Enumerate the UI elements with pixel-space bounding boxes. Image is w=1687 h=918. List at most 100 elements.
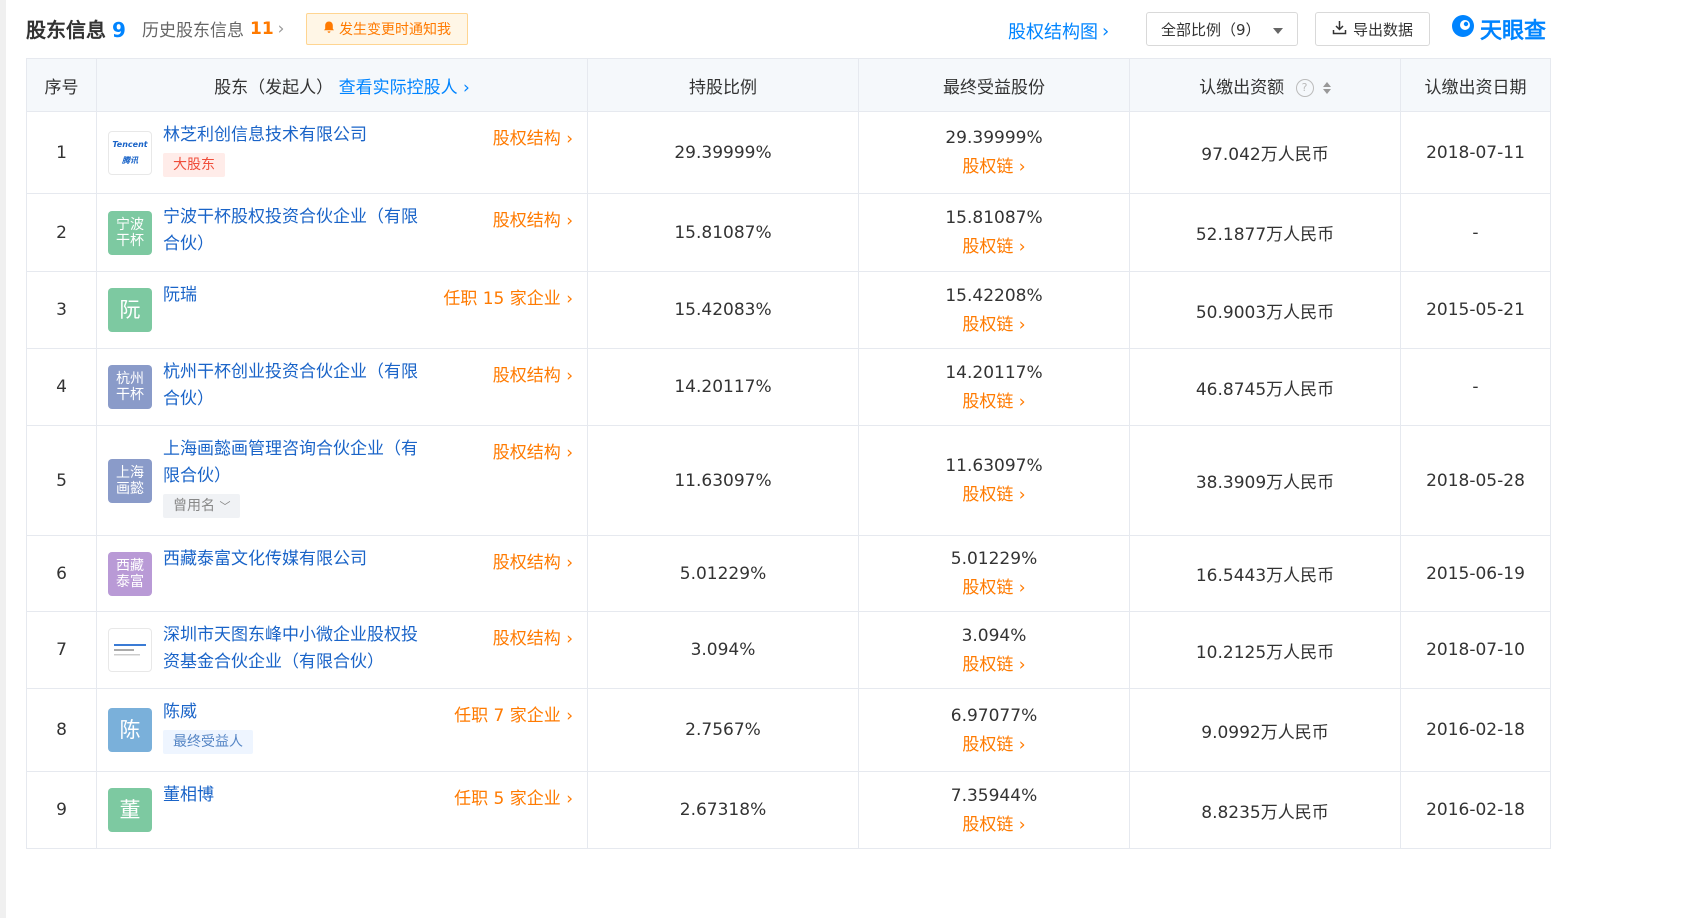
export-label: 导出数据 [1352,20,1413,39]
subscribed-amount: 10.2125万人民币 [1129,611,1401,689]
col-subscribed-amount[interactable]: 认缴出资额 ? [1129,58,1401,112]
shareholder-detail-link[interactable]: 股权结构 › [493,438,573,463]
shareholder-detail-link[interactable]: 任职 5 家企业 › [454,784,573,809]
equity-chain-link[interactable]: 股权链 › [860,573,1128,598]
shareholder-detail-link[interactable]: 股权结构 › [493,624,573,649]
chevron-right-icon: › [1018,814,1026,835]
equity-chain-link[interactable]: 股权链 › [860,232,1128,257]
shareholder-detail-link[interactable]: 股权结构 › [493,361,573,386]
export-data-button[interactable]: 导出数据 [1315,12,1430,46]
shareholder-name-block: 深圳市天图东峰中小微企业股权投资基金合伙企业（有限合伙） [163,622,433,676]
shareholder-name-link[interactable]: 宁波干杯股权投资合伙企业（有限合伙） [163,207,418,254]
history-shareholders-link[interactable]: 历史股东信息 11 › [142,16,284,42]
shareholder-name-link[interactable]: 林芝利创信息技术有限公司 [163,125,367,145]
chain-label: 股权链 [962,314,1014,335]
shareholder-name-link[interactable]: 深圳市天图东峰中小微企业股权投资基金合伙企业（有限合伙） [163,625,418,672]
controller-link-label: 查看实际控股人 [338,77,458,98]
equity-chart-link[interactable]: 股权结构图 › [1008,18,1109,44]
avatar-text: 杭州干杯 [116,371,144,403]
view-controller-link[interactable]: 查看实际控股人 › [339,78,470,98]
brand-name: 天眼查 [1480,19,1547,44]
equity-chain-link[interactable]: 股权链 › [860,152,1128,177]
shareholder-name-link[interactable]: 杭州干杯创业投资合伙企业（有限合伙） [163,362,418,409]
history-count: 11 [250,18,274,39]
shareholder-tag[interactable]: 曾用名 ﹀ [163,494,241,518]
table-row: 4 杭州干杯 杭州干杯创业投资合伙企业（有限合伙） 股权结构 › 14.20117% 14… [26,348,1551,426]
equity-chain-link[interactable]: 股权链 › [860,650,1128,675]
shareholder-name-block: 宁波干杯股权投资合伙企业（有限合伙） [163,204,433,258]
shareholder-name-block: 林芝利创信息技术有限公司大股东 [163,122,433,178]
shareholder-detail-link[interactable]: 股权结构 › [493,548,573,573]
final-benefit-value: 5.01229% [950,549,1038,569]
subscribed-date: - [1400,348,1551,426]
detail-link-label: 任职 15 家企业 [443,289,561,309]
sort-icon[interactable] [1322,81,1331,94]
chevron-right-icon: › [566,706,573,726]
history-label: 历史股东信息 [142,21,244,41]
avatar-text: 陈 [119,718,141,742]
equity-chain-link[interactable]: 股权链 › [860,310,1128,335]
final-benefit-value: 11.63097% [945,456,1043,476]
brand-logo: 天眼查 [1450,13,1546,45]
notify-button[interactable]: 发生变更时通知我 [306,13,468,45]
section-header: 股东信息 9 历史股东信息 11 › 发生变更时通知我 股权结构图 › 全部比例（… [26,0,1656,58]
holding-ratio: 29.39999% [587,111,859,194]
final-benefit-cell: 14.20117% 股权链 › [858,348,1130,426]
subscribed-amount: 16.5443万人民币 [1129,535,1401,612]
detail-link-label: 股权结构 [492,553,561,573]
ratio-filter-select[interactable]: 全部比例（9） [1146,12,1298,46]
shareholder-cell: 宁波干杯 宁波干杯股权投资合伙企业（有限合伙） 股权结构 › [96,193,588,272]
col-final-benefit: 最终受益股份 [858,58,1130,112]
chevron-right-icon: › [566,289,573,309]
chevron-right-icon: › [1018,578,1026,598]
shareholder-name-block: 上海画懿画管理咨询合伙企业（有限合伙） 曾用名 ﹀ [163,436,433,519]
table-row: 7 深圳市天图东峰中小微企业股权投资基金合伙企业（有限合伙） 股权结构 › 3.094… [26,611,1551,689]
chevron-right-icon: › [566,211,573,231]
notify-label: 发生变更时通知我 [339,22,451,38]
shareholder-detail-link[interactable]: 股权结构 › [493,206,573,231]
detail-link-label: 任职 7 家企业 [454,706,561,726]
subscribed-date: 2018-07-10 [1400,611,1551,689]
shareholder-table: 序号 股东（发起人） 查看实际控股人 › 持股比例 最终受益股份 认缴出资额 ?… [26,58,1551,849]
shareholder-cell: 深圳市天图东峰中小微企业股权投资基金合伙企业（有限合伙） 股权结构 › [96,611,588,689]
equity-chain-link[interactable]: 股权链 › [860,480,1128,505]
shareholder-name-link[interactable]: 陈威 [163,702,197,722]
final-benefit-value: 3.094% [961,625,1027,646]
chain-label: 股权链 [962,391,1014,412]
equity-chain-link[interactable]: 股权链 › [860,387,1128,412]
shareholder-detail-link[interactable]: 任职 7 家企业 › [454,701,573,726]
row-index: 8 [26,688,97,772]
col-shareholder: 股东（发起人） 查看实际控股人 › [96,58,588,112]
shareholder-name-block: 陈威 最终受益人 [163,699,433,755]
final-benefit-value: 15.81087% [945,208,1043,228]
col-holding-ratio: 持股比例 [587,58,859,112]
col-subscribed-date: 认缴出资日期 [1400,58,1551,112]
equity-chain-link[interactable]: 股权链 › [860,730,1128,755]
table-header-row: 序号 股东（发起人） 查看实际控股人 › 持股比例 最终受益股份 认缴出资额 ?… [26,58,1551,112]
shareholder-detail-link[interactable]: 任职 15 家企业 › [443,284,573,309]
chevron-right-icon: › [1018,314,1026,335]
detail-link-label: 股权结构 [492,211,561,231]
shareholder-name-link[interactable]: 上海画懿画管理咨询合伙企业（有限合伙） [163,439,418,486]
chevron-right-icon: › [566,129,573,149]
equity-chain-link[interactable]: 股权链 › [860,810,1128,835]
avatar: 上海画懿 [108,458,152,503]
shareholder-name-link[interactable]: 董相博 [163,785,214,805]
avatar-text: 西藏泰富 [116,557,144,590]
shareholder-name-link[interactable]: 阮瑞 [163,285,197,305]
avatar: 杭州干杯 [108,365,152,409]
shareholder-count: 9 [112,18,126,42]
tag-label: 曾用名 [173,498,215,514]
detail-link-label: 股权结构 [492,129,561,149]
chain-label: 股权链 [962,237,1014,257]
row-index: 2 [26,193,97,272]
avatar-text: 宁波干杯 [116,216,144,249]
shareholder-name-block: 杭州干杯创业投资合伙企业（有限合伙） [163,359,433,413]
chevron-right-icon: › [1102,20,1110,42]
shareholder-detail-link[interactable]: 股权结构 › [493,124,573,149]
final-benefit-value: 29.39999% [945,128,1043,148]
shareholder-name-link[interactable]: 西藏泰富文化传媒有限公司 [163,549,367,569]
tag-label: 大股东 [173,157,215,173]
ratio-select-value: 全部比例（9） [1161,20,1261,39]
help-icon[interactable]: ? [1295,78,1314,97]
